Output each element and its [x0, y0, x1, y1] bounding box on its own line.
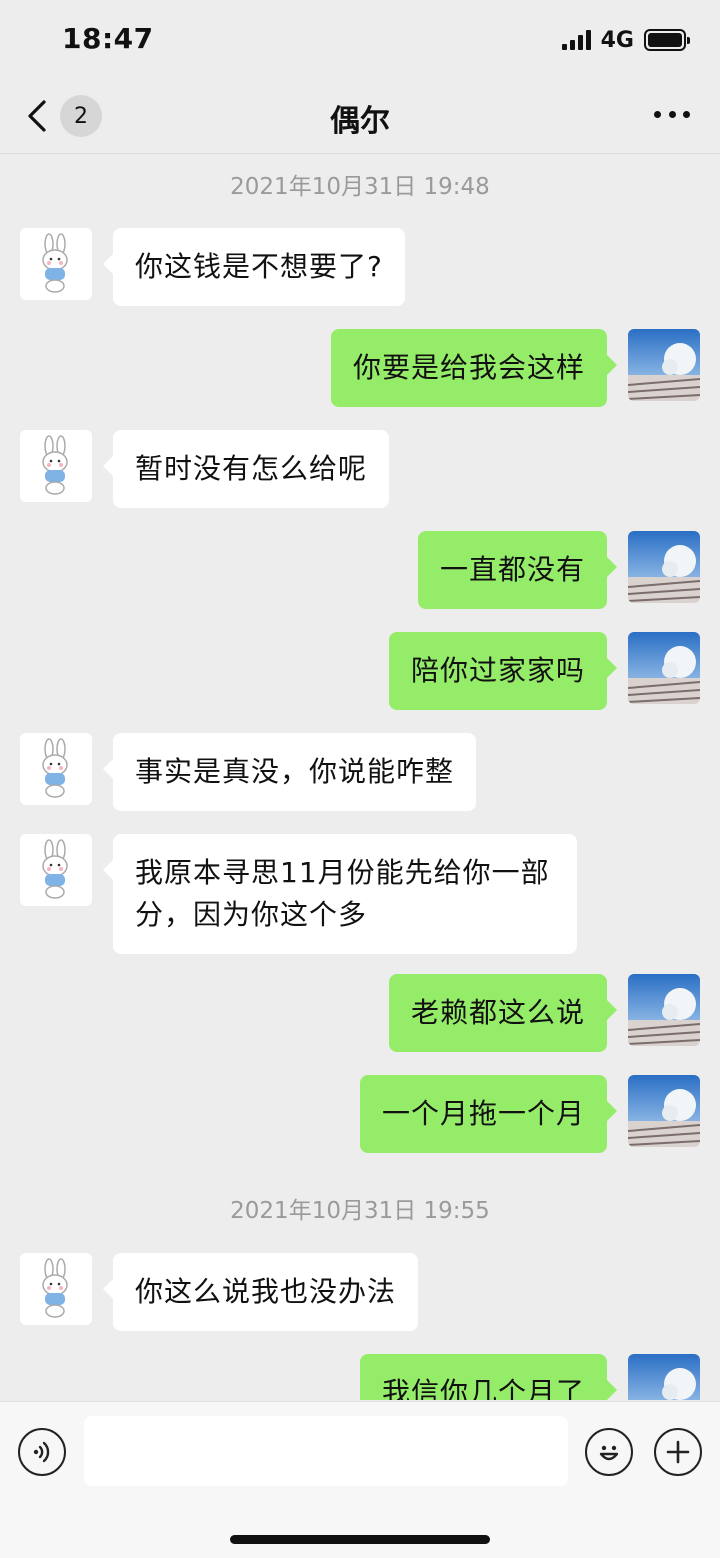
- my-avatar[interactable]: [628, 1075, 700, 1147]
- message-bubble[interactable]: 我原本寻思11月份能先给你一部分，因为你这个多: [103, 834, 577, 954]
- status-indicators: 4G: [561, 26, 690, 54]
- snow-tree-avatar-icon: [628, 1075, 700, 1147]
- message-bubble[interactable]: 事实是真没，你说能咋整: [102, 733, 477, 811]
- snow-tree-avatar-icon: [628, 632, 700, 704]
- message-bubble[interactable]: 陪你过家家吗: [388, 632, 618, 710]
- message-bubble[interactable]: 暂时没有怎么给呢: [102, 430, 390, 508]
- my-avatar[interactable]: [628, 329, 700, 401]
- bunny-avatar-icon: [20, 733, 92, 805]
- contact-avatar[interactable]: [20, 834, 92, 906]
- my-avatar[interactable]: [628, 531, 700, 603]
- message-bubble[interactable]: 你要是给我会这样: [330, 329, 618, 407]
- contact-avatar[interactable]: [20, 228, 92, 300]
- battery-icon: [644, 29, 690, 51]
- signal-icon: [561, 30, 591, 50]
- snow-tree-avatar-icon: [628, 329, 700, 401]
- input-bar: [0, 1401, 720, 1558]
- message-bubble[interactable]: 一个月拖一个月: [359, 1075, 618, 1153]
- emoji-button[interactable]: [585, 1428, 633, 1476]
- voice-icon: [33, 1441, 50, 1463]
- bunny-avatar-icon: [20, 430, 92, 502]
- more-options-button[interactable]: [654, 104, 690, 124]
- snow-tree-avatar-icon: [628, 974, 700, 1046]
- snow-tree-avatar-icon: [628, 531, 700, 603]
- my-avatar[interactable]: [628, 974, 700, 1046]
- contact-avatar[interactable]: [20, 430, 92, 502]
- plus-icon: [666, 1440, 690, 1464]
- chat-title: 偶尔: [330, 104, 390, 139]
- voice-button[interactable]: [18, 1428, 66, 1476]
- my-avatar[interactable]: [628, 1354, 700, 1400]
- chat-header: 2 偶尔: [0, 76, 720, 154]
- contact-avatar[interactable]: [20, 1253, 92, 1325]
- contact-avatar[interactable]: [20, 733, 92, 805]
- message-timestamp: 2021年10月31日 19:48: [230, 174, 490, 200]
- my-avatar[interactable]: [628, 632, 700, 704]
- message-bubble[interactable]: 我信你几个月了: [359, 1354, 618, 1400]
- message-list[interactable]: 2021年10月31日 19:48 你这钱是不想要了? 你要是给我会这样 暂时没…: [0, 155, 720, 1400]
- message-input[interactable]: [84, 1416, 568, 1486]
- message-bubble[interactable]: 一直都没有: [417, 531, 618, 609]
- emoji-icon: [599, 1445, 619, 1461]
- snow-tree-avatar-icon: [628, 1354, 700, 1400]
- bunny-avatar-icon: [20, 1253, 92, 1325]
- message-timestamp: 2021年10月31日 19:55: [230, 1198, 490, 1224]
- more-functions-button[interactable]: [654, 1428, 702, 1476]
- status-time: 18:47: [62, 22, 154, 55]
- more-dots-icon: [654, 110, 661, 118]
- home-indicator[interactable]: [230, 1535, 490, 1544]
- bunny-avatar-icon: [20, 228, 92, 300]
- message-bubble[interactable]: 你这钱是不想要了?: [103, 228, 405, 306]
- status-bar: 18:47 4G: [0, 0, 720, 76]
- message-bubble[interactable]: 你这么说我也没办法: [102, 1253, 419, 1331]
- message-bubble[interactable]: 老赖都这么说: [388, 974, 618, 1052]
- bunny-avatar-icon: [20, 834, 92, 906]
- network-type: 4G: [600, 27, 634, 53]
